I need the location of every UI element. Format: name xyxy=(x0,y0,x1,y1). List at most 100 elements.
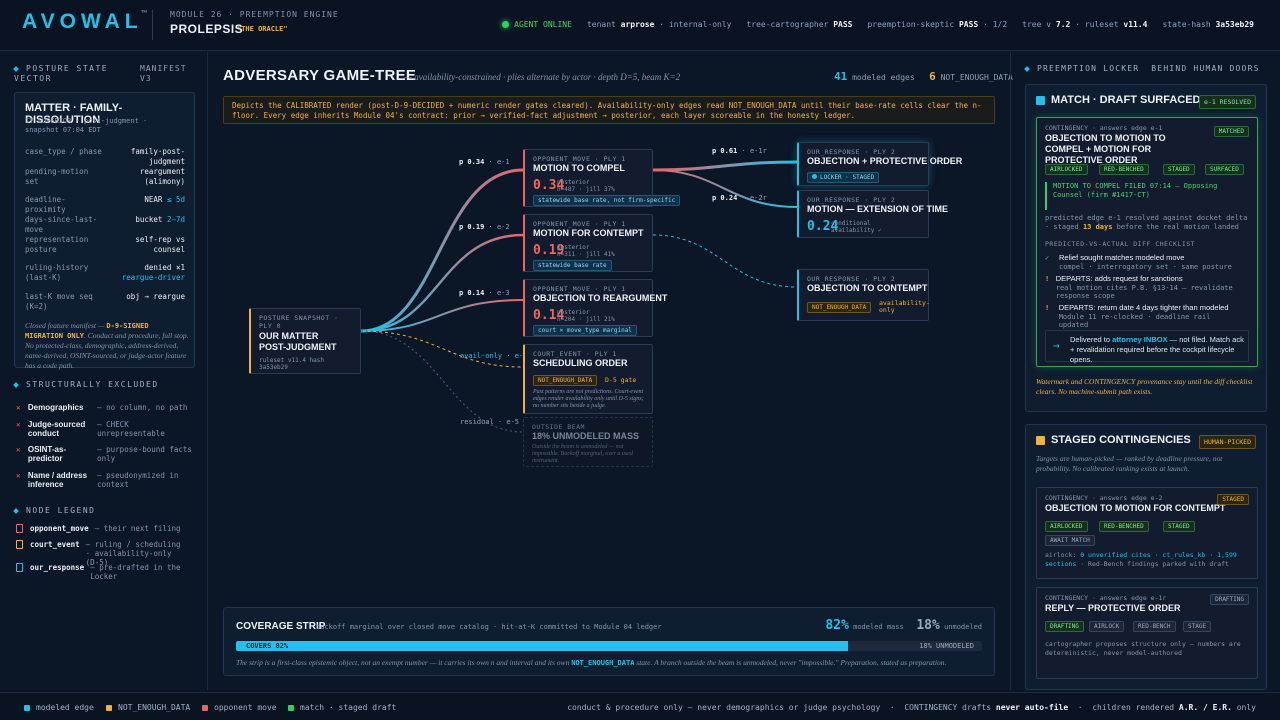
warning-icon: ! xyxy=(1045,304,1050,312)
kv-row: representation posture self-rep vs counse… xyxy=(25,235,185,254)
airlocked-chip: AIRLOCKED xyxy=(1045,164,1088,175)
edge-e4 xyxy=(360,330,524,368)
edge-label: p 0.19 · e-2 xyxy=(459,223,510,231)
edge-e2 xyxy=(360,233,524,333)
edge-e3r xyxy=(652,234,798,288)
opponent-swatch-icon xyxy=(202,704,208,711)
match-title: MATCH · DRAFT SURFACED xyxy=(1036,94,1201,106)
edge-e1r xyxy=(652,160,798,172)
warning-icon: ! xyxy=(1045,275,1050,283)
node-unmodeled-mass[interactable]: OUTSIDE BEAM 18% UNMODELED MASS Outside t… xyxy=(523,417,653,467)
opponent-swatch-icon xyxy=(16,524,23,533)
excluded-item: ✕ Demographics — no column, no path xyxy=(16,403,188,412)
edge-e5 xyxy=(360,330,524,433)
root-node[interactable]: POSTURE SNAPSHOT · PLY 0 OUR MATTER POST… xyxy=(249,308,361,374)
surfaced-chip: SURFACED xyxy=(1205,164,1244,175)
base-rate-chip: statewide base rate, not firm-specific xyxy=(533,195,681,206)
calibration-note: Depicts the CALIBRATED render (post-D-9-… xyxy=(223,96,995,124)
arrow-right-icon: → xyxy=(1053,339,1060,352)
edge-label: p 0.14 · e-3 xyxy=(459,289,510,297)
tree-version: tree v 7.2 · ruleset v11.4 xyxy=(1022,20,1148,29)
kv-row: case_type / phase family·post-judgment xyxy=(25,147,185,166)
edge-label: p 0.24 · e-2r xyxy=(712,194,767,202)
check-item: ! DEPARTS: adds request for sanctions real… xyxy=(1045,274,1233,300)
edge-e1 xyxy=(360,168,524,333)
node-motion-to-compel[interactable]: OPPONENT_MOVE · PLY 1 MOTION TO COMPEL 0.… xyxy=(523,149,681,207)
matter-subtitle: CT SUPERIOR · post-judgment · snapshot 0… xyxy=(25,117,148,134)
agent-status[interactable]: AGENT ONLINE xyxy=(502,20,572,29)
check-item: ✓ Relief sought matches modeled move compe… xyxy=(1045,253,1232,271)
modeled-swatch-icon xyxy=(24,704,30,711)
node-objection-protective-order[interactable]: OUR_RESPONSE · PLY 2 OBJECTION + PROTECTI… xyxy=(797,142,962,186)
edge-label: p 0.61 · e-1r xyxy=(712,147,767,155)
product-tagline: "THE ORACLE" xyxy=(237,25,288,33)
excluded-item: ✕ OSINT-as-predictor — purpose-bound facts… xyxy=(16,445,192,463)
drafting-badge: DRAFTING xyxy=(1210,594,1249,605)
status-strip: AGENT ONLINE tenant arprose · internal-o… xyxy=(502,20,1254,29)
footer-legend-ned: NOT_ENOUGH_DATA xyxy=(106,703,190,712)
locked-dot-icon xyxy=(812,174,817,179)
coverage-stats: 82% modeled mass 18% unmodeled xyxy=(825,618,982,633)
delivery-note[interactable]: → Delivered to attorney INBOX — not file… xyxy=(1045,330,1249,364)
tenant-status: tenant arprose · internal-only xyxy=(586,20,732,29)
resolved-badge: e-1 RESOLVED xyxy=(1199,95,1256,109)
match-swatch-icon xyxy=(288,704,294,711)
legend-item: opponent_move — their next filing xyxy=(16,524,196,533)
legend-title: NODE LEGEND xyxy=(13,506,95,515)
match-square-icon xyxy=(1036,95,1045,105)
game-tree-subtitle: — availability-constrained · plies alter… xyxy=(404,72,681,82)
node-objection-to-contempt[interactable]: OUR_RESPONSE · PLY 2 OBJECTION TO CONTEMP… xyxy=(797,269,930,321)
left-column: POSTURE STATE VECTOR MANIFEST V3 MATTER … xyxy=(0,52,208,690)
marginal-chip: court × move_type marginal xyxy=(533,325,637,336)
court-swatch-icon xyxy=(16,540,23,549)
cross-icon: ✕ xyxy=(16,403,21,412)
staged-badge: STAGED xyxy=(1217,494,1249,505)
locker-staged-chip: LOCKER · STAGED xyxy=(807,172,880,183)
kv-row: days-since-last-move bucket 2–7d xyxy=(25,215,185,234)
legend-item: our_response — pre-drafted in the Locker xyxy=(16,563,196,581)
center-column: ADVERSARY GAME-TREE — availability-const… xyxy=(209,52,1013,690)
contingency-card[interactable]: CONTINGENCY · answers edge e-1r REPLY — P… xyxy=(1036,587,1258,679)
coverage-bar: COVERS 82% 18% UNMODELED xyxy=(236,641,982,651)
excluded-item: ✕ Name / address inference — pseudonymized… xyxy=(16,471,179,489)
stage-chip: STAGE xyxy=(1183,621,1212,632)
excluded-item: ✕ Judge-sourced conduct — CHECK unrepresen… xyxy=(16,420,165,438)
node-extension-of-time[interactable]: OUR_RESPONSE · PLY 2 MOTION — EXTENSION O… xyxy=(797,190,948,238)
red-bench-chip: RED-BENCH xyxy=(1133,621,1176,632)
diamond-icon xyxy=(1024,66,1030,72)
coverage-note: The strip is a first-class epistemic obj… xyxy=(236,658,947,667)
node-motion-for-contempt[interactable]: OPPONENT_MOVE · PLY 1 MOTION FOR CONTEMPT… xyxy=(523,214,653,272)
matched-contingency-card[interactable]: CONTINGENCY · answers edge e-1 OBJECTION… xyxy=(1036,117,1258,367)
coverage-strip: COVERAGE STRIP backoff marginal over clo… xyxy=(223,607,995,676)
excluded-title: STRUCTURALLY EXCLUDED xyxy=(13,380,159,389)
locker-title: PREEMPTION LOCKER BEHIND HUMAN DOORS xyxy=(1024,64,1260,73)
contingency-card[interactable]: CONTINGENCY · answers edge e-2 OBJECTION … xyxy=(1036,487,1258,579)
edge-label: residual · e-5 xyxy=(460,418,520,426)
manifest-label: MANIFEST V3 xyxy=(140,64,187,83)
staged-title: STAGED CONTINGENCIES xyxy=(1036,434,1191,446)
cross-icon: ✕ xyxy=(16,420,21,429)
cross-icon: ✕ xyxy=(16,471,21,480)
staged-note: Targets are human-picked — ranked by dea… xyxy=(1036,454,1223,473)
staged-chip: STAGED xyxy=(1163,521,1195,532)
kv-row: ruling-history (last-K) denied ×1 reargue… xyxy=(25,263,185,282)
right-column: PREEMPTION LOCKER BEHIND HUMAN DOORS MAT… xyxy=(1010,52,1280,690)
node-scheduling-order[interactable]: COURT_EVENT · PLY 1 SCHEDULING ORDER NOT_… xyxy=(523,344,653,414)
top-bar: AVOWAL™ MODULE 26 · PREEMPTION ENGINE PR… xyxy=(0,0,1280,51)
kv-row: last-K move seq (K=2) obj → reargue xyxy=(25,292,185,311)
staged-chip: STAGED xyxy=(1163,164,1195,175)
footer-policy: conduct & procedure only — never demogra… xyxy=(567,703,1256,712)
matched-badge: MATCHED xyxy=(1213,126,1249,137)
closed-manifest-note: Closed feature manifest — D-9-SIGNED MIG… xyxy=(25,321,189,370)
tree-cartographer-status: tree-cartographer PASS xyxy=(746,20,853,29)
filed-event: MOTION TO COMPEL FILED 07:14 — Opposing … xyxy=(1045,182,1249,210)
coverage-bar-fill xyxy=(236,641,848,651)
node-objection-to-reargument[interactable]: OPPONENT_MOVE · PLY 1 OBJECTION TO REARGU… xyxy=(523,279,667,337)
module-label: MODULE 26 · PREEMPTION ENGINE xyxy=(170,10,339,19)
divider xyxy=(152,10,153,40)
check-item: ! DEPARTS: return date 4 days tighter tha… xyxy=(1045,303,1229,329)
avowal-logo[interactable]: AVOWAL™ xyxy=(22,10,148,34)
product-name: PROLEPSIS xyxy=(170,22,244,36)
game-tree: p 0.34 · e-1 p 0.19 · e-2 p 0.14 · e-3 a… xyxy=(209,132,1009,472)
footer-legend-match: match · staged draft xyxy=(288,703,396,712)
